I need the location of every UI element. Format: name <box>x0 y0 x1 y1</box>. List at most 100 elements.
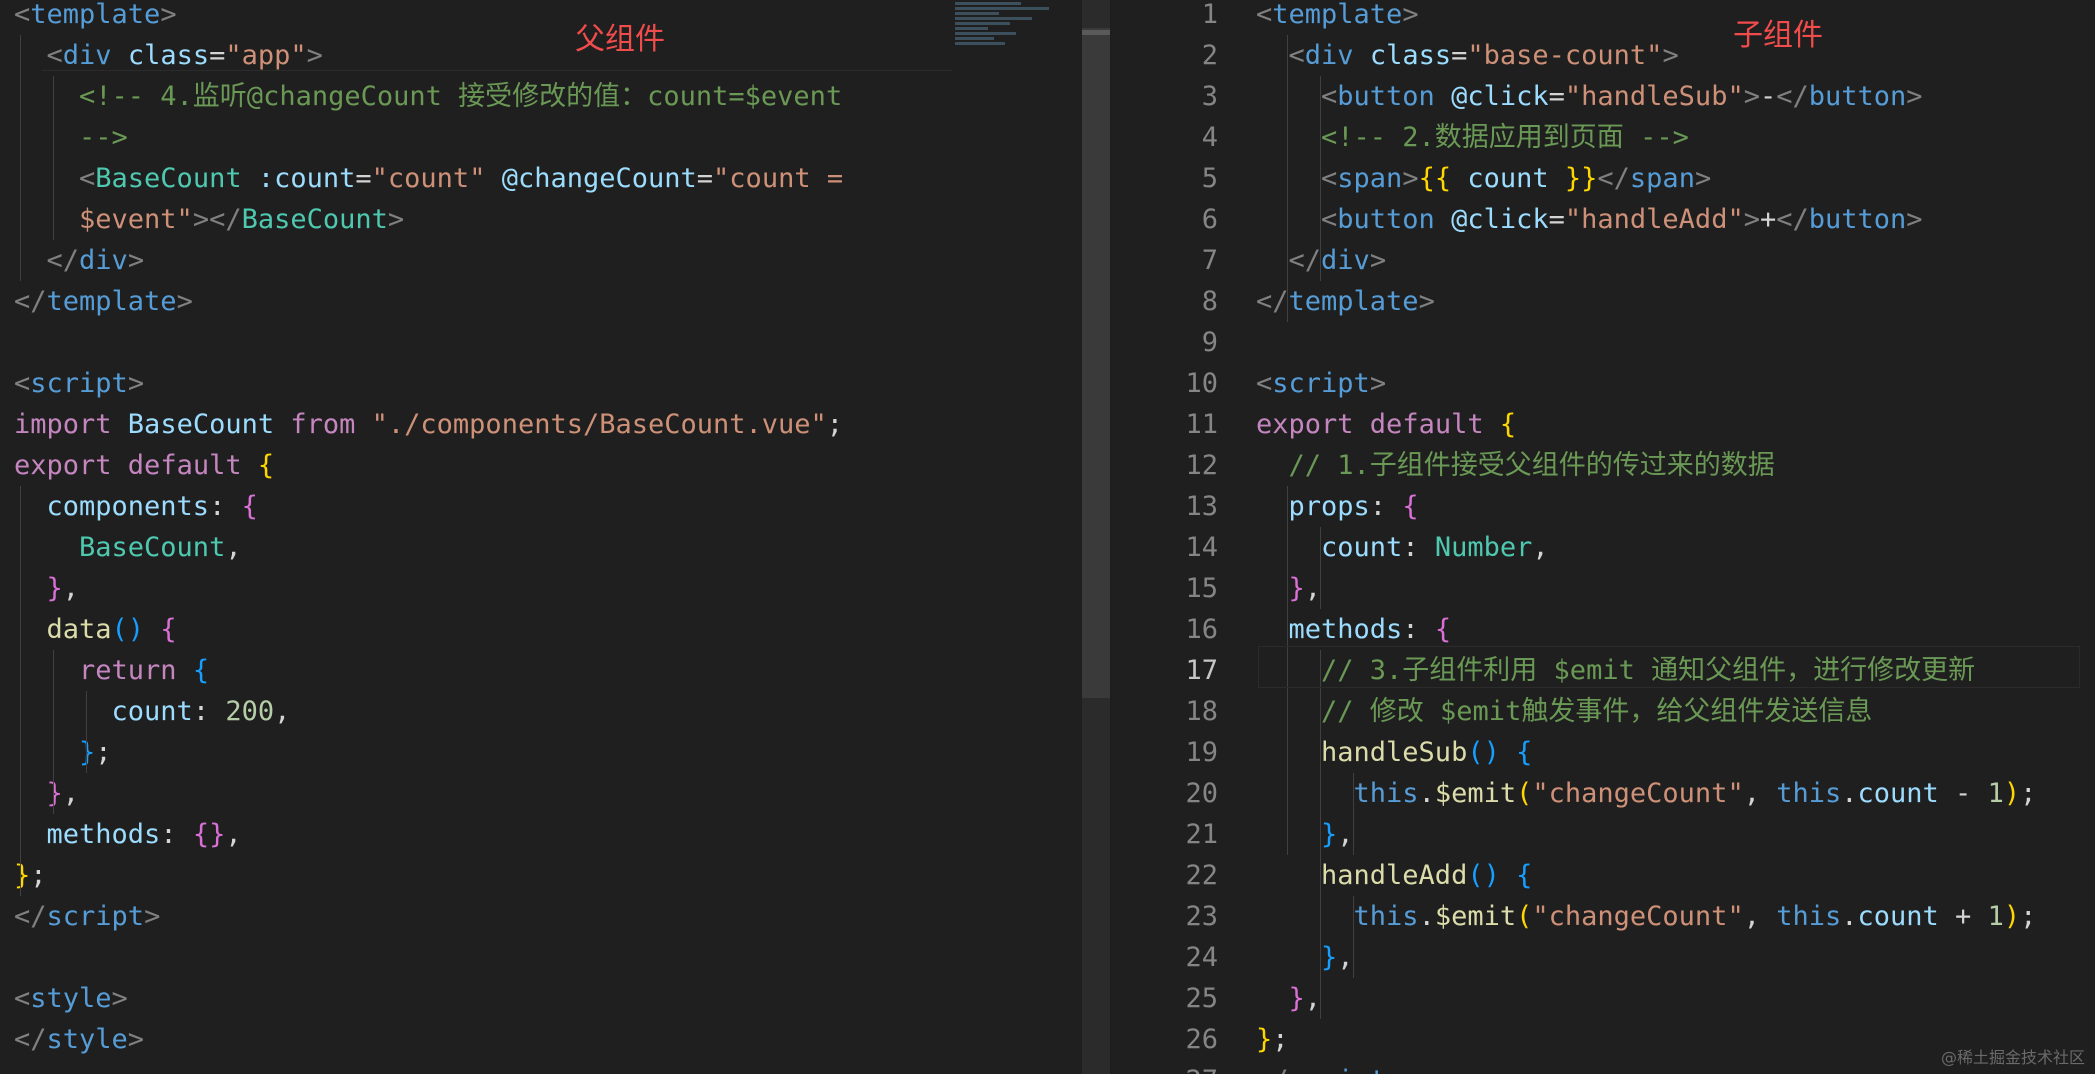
code-line[interactable]: </script> <box>14 896 160 937</box>
code-token: count <box>1256 532 1403 563</box>
code-line[interactable]: <template> <box>14 0 177 35</box>
code-line[interactable]: count: 200, <box>14 691 291 732</box>
code-line[interactable]: </template> <box>14 281 193 322</box>
code-line[interactable]: 9 <box>1113 322 1256 363</box>
code-token: }} <box>1564 163 1598 194</box>
code-line[interactable]: --> <box>14 117 128 158</box>
code-text: <script> <box>14 363 144 404</box>
code-line[interactable]: 11 export default { <box>1113 404 1516 445</box>
code-line[interactable]: 22 handleAdd() { <box>1113 855 1532 896</box>
code-token: . <box>1418 901 1435 932</box>
code-line[interactable]: }, <box>14 773 80 814</box>
minimap-line <box>955 42 1005 45</box>
code-line[interactable]: 15 }, <box>1113 568 1321 609</box>
code-token: { <box>1483 409 1517 440</box>
indent-guide <box>20 486 21 896</box>
indent-guide <box>1320 527 1321 609</box>
code-text: }; <box>14 732 112 773</box>
code-line[interactable]: }; <box>14 855 47 896</box>
code-line[interactable]: 10 <script> <box>1113 363 1386 404</box>
code-line[interactable]: 18 // 修改 $emit触发事件，给父组件发送信息 <box>1113 691 1872 732</box>
code-line[interactable]: 13 props: { <box>1113 486 1418 527</box>
left-pane-scrollbar-thumb[interactable] <box>1082 28 1110 698</box>
code-line[interactable]: <BaseCount :count="count" @changeCount="… <box>14 158 843 199</box>
code-token: count <box>1451 163 1565 194</box>
code-line[interactable]: BaseCount, <box>14 527 242 568</box>
code-line[interactable]: </style> <box>14 1019 144 1060</box>
line-number: 1 <box>1201 0 1218 30</box>
code-token: export <box>1256 409 1354 440</box>
code-line[interactable]: 14 count: Number, <box>1113 527 1548 568</box>
right-editor-pane[interactable]: 1 <template> 2 <div class="base-count"> 3 <… <box>1113 0 2095 1074</box>
code-token: div <box>1304 40 1354 71</box>
left-editor-pane[interactable]: <template> <div class="app"> <!-- 4.监听@c… <box>0 0 1082 1074</box>
code-line[interactable]: }, <box>14 568 80 609</box>
line-number: 3 <box>1201 81 1218 112</box>
code-token: template <box>1288 286 1419 317</box>
code-token: ></ <box>192 204 242 235</box>
scrollbar-marker <box>1082 30 1110 35</box>
code-line[interactable]: 19 handleSub() { <box>1113 732 1532 773</box>
code-token: class <box>111 40 210 71</box>
code-line[interactable]: 8 </template> <box>1113 281 1435 322</box>
code-line[interactable]: 12 // 1.子组件接受父组件的传过来的数据 <box>1113 445 1775 486</box>
code-line[interactable]: $event"></BaseCount> <box>14 199 404 240</box>
code-line[interactable]: </div> <box>14 240 145 281</box>
line-number: 2 <box>1201 40 1218 71</box>
code-line[interactable]: 27</script> <box>1113 1060 1402 1074</box>
code-token: props <box>1256 491 1370 522</box>
code-line[interactable]: import BaseCount from "./components/Base… <box>14 404 843 445</box>
code-line[interactable]: 1 <template> <box>1113 0 1419 35</box>
code-line[interactable]: data() { <box>14 609 177 650</box>
code-line[interactable]: 3 <button @click="handleSub">-</button> <box>1113 76 1923 117</box>
code-token: count <box>1857 778 1939 809</box>
code-line[interactable]: 26}; <box>1113 1019 1288 1060</box>
indent-guide <box>1353 896 1354 978</box>
code-token: script <box>1289 1065 1387 1074</box>
code-line[interactable]: 6 <button @click="handleAdd">+</button> <box>1113 199 1923 240</box>
code-token: "app" <box>225 40 307 71</box>
code-token: } <box>1256 573 1305 604</box>
code-token: < <box>14 368 31 399</box>
code-token: , <box>225 532 242 563</box>
code-line[interactable]: 4 <!-- 2.数据应用到页面 --> <box>1113 117 1689 158</box>
code-line[interactable]: 5 <span>{{ count }}</span> <box>1113 158 1711 199</box>
code-token: </ <box>1256 245 1322 276</box>
code-line[interactable]: methods: {}, <box>14 814 242 855</box>
code-line[interactable]: <script> <box>14 363 144 404</box>
code-line[interactable]: }; <box>14 732 112 773</box>
code-line[interactable]: 16 methods: { <box>1113 609 1451 650</box>
code-token: : <box>1402 614 1435 645</box>
indent-guide <box>20 35 21 281</box>
code-text: </template> <box>1256 281 1435 322</box>
code-line[interactable]: 24 }, <box>1113 937 1353 978</box>
code-line[interactable]: 20 this.$emit("changeCount", this.count … <box>1113 773 2036 814</box>
code-token: , <box>1304 573 1322 604</box>
code-text: <button @click="handleAdd">+</button> <box>1256 199 1923 240</box>
code-token: template <box>30 0 161 30</box>
code-line[interactable]: export default { <box>14 445 274 486</box>
code-text: }, <box>14 568 80 609</box>
code-token: - <box>1938 778 1988 809</box>
code-line[interactable]: return { <box>14 650 209 691</box>
code-token: </ <box>1597 163 1630 194</box>
minimap-line <box>955 32 1016 35</box>
code-token: components <box>14 491 210 522</box>
indent-guide <box>1353 773 1354 855</box>
line-number: 9 <box>1201 327 1218 358</box>
code-token: { <box>1499 860 1533 891</box>
code-line[interactable]: 25 }, <box>1113 978 1321 1019</box>
code-text: <template> <box>1256 0 1419 35</box>
code-token: div <box>1321 245 1370 276</box>
code-line[interactable]: 21 }, <box>1113 814 1353 855</box>
code-token: style <box>30 983 112 1014</box>
code-line[interactable]: <style> <box>14 978 128 1019</box>
code-line[interactable]: 7 </div> <box>1113 240 1386 281</box>
code-token: "./components/BaseCount.vue" <box>355 409 827 440</box>
code-line[interactable]: 23 this.$emit("changeCount", this.count … <box>1113 896 2036 937</box>
code-text: data() { <box>14 609 177 650</box>
minimap[interactable] <box>955 0 1065 90</box>
code-line[interactable]: components: { <box>14 486 258 527</box>
code-line[interactable]: 2 <div class="base-count"> <box>1113 35 1679 76</box>
code-token: // 1.子组件接受父组件的传过来的数据 <box>1256 450 1775 481</box>
